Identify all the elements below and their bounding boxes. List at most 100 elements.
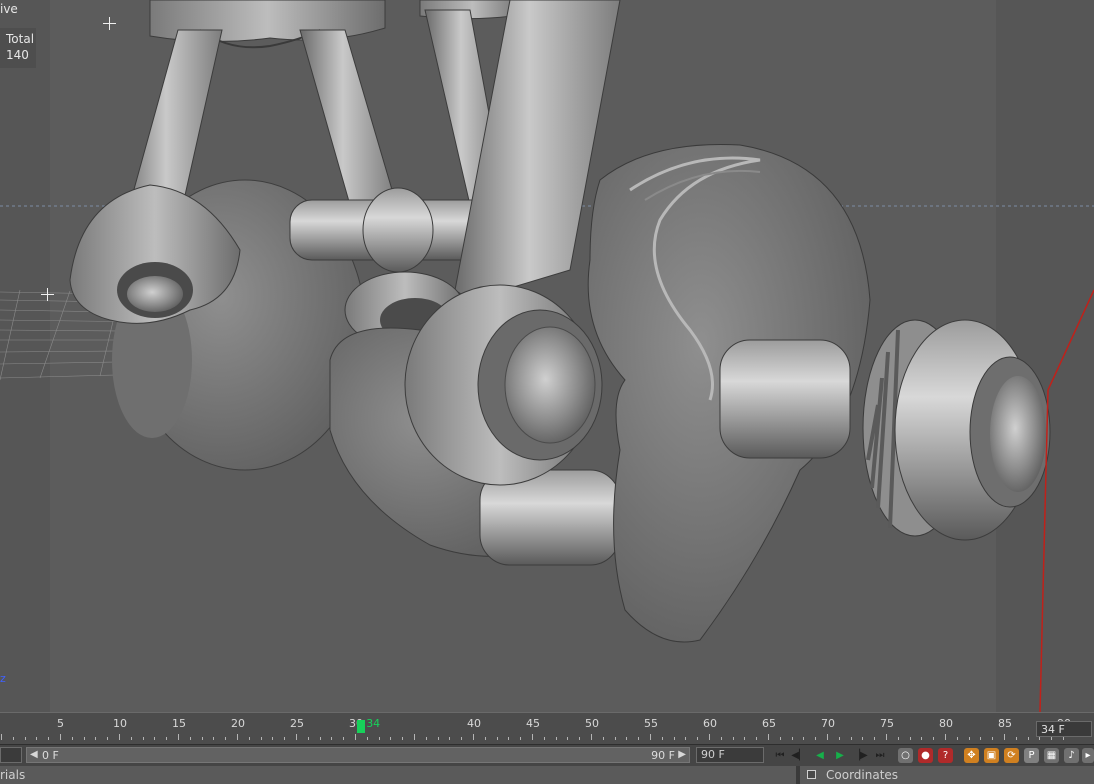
timeline-tick-label: 75 (880, 717, 894, 730)
timeline-tick (980, 737, 982, 740)
timeline-tick (71, 737, 73, 740)
timeline-tick (425, 737, 427, 740)
timeline-tick (484, 737, 486, 740)
timeline-tick (36, 737, 38, 740)
timeline-tick-label: 55 (644, 717, 658, 730)
grid-icon[interactable]: ▦ (1044, 748, 1059, 763)
end-frame-field[interactable]: 90 F (696, 747, 764, 763)
timeline-tick (461, 737, 463, 740)
next-key-icon[interactable]: ▕▶ (852, 748, 868, 763)
timeline-tick (650, 734, 651, 740)
current-frame-field[interactable]: 34 F (1036, 721, 1092, 737)
autokey-icon[interactable]: ● (918, 748, 933, 763)
timeline-tick (449, 737, 451, 740)
timeline-tick (402, 737, 404, 740)
timeline-tick (838, 737, 840, 740)
timeline-tick (897, 737, 899, 740)
timeline-tick (83, 737, 85, 740)
timeline-tick (319, 737, 321, 740)
timeline-tick-label: 15 (172, 717, 186, 730)
timeline-tick (661, 737, 663, 740)
timeline-tick (720, 737, 722, 740)
timeline-tick (956, 737, 958, 740)
3d-viewport[interactable]: ive Total 140 z (0, 0, 1094, 712)
timeline-tick (638, 737, 640, 740)
camera-gizmo-icon[interactable] (41, 288, 54, 301)
start-frame-field[interactable] (0, 747, 22, 763)
timeline-tick (614, 737, 616, 740)
timeline-tick (543, 737, 545, 740)
record-keys-icon[interactable]: ○ (898, 748, 913, 763)
play-backward-icon[interactable]: ◀ (812, 748, 828, 763)
timeline-tick (555, 737, 557, 740)
timeline-tick (532, 734, 533, 740)
help-icon[interactable]: ? (938, 748, 953, 763)
coordinates-checkbox[interactable] (807, 770, 816, 779)
timeline-tick (803, 737, 805, 740)
timeline-tick (1, 734, 2, 740)
timeline-tick-label: 45 (526, 717, 540, 730)
rotate-icon[interactable]: ⟳ (1004, 748, 1019, 763)
range-right-arrow-icon[interactable]: ▶ (678, 749, 686, 760)
timeline-tick (968, 737, 970, 740)
timeline-tick (296, 734, 297, 740)
timeline-ruler[interactable]: 51015202530404550556065707580859034 (0, 713, 1071, 745)
sound-icon[interactable]: ♪ (1064, 748, 1079, 763)
timeline-tick (437, 737, 439, 740)
timeline-tick (343, 737, 345, 740)
timeline-tick (378, 737, 380, 740)
timeline-tick (166, 737, 168, 740)
coordinates-panel-header[interactable]: Coordinates (800, 766, 1094, 784)
timeline-tick-label: 10 (113, 717, 127, 730)
timeline-tick (1027, 737, 1029, 740)
materials-panel-label: rials (0, 768, 26, 782)
timeline-tick (414, 734, 415, 740)
stats-label: Total (6, 32, 35, 46)
transport-bar: ◀ 0 F 90 F ▶ 90 F ⏮ ◀▏ ◀ ▶ ▕▶ ⏭ ○ ● ? ✥ … (0, 744, 1094, 766)
range-end-label: 90 F (651, 749, 675, 762)
parameter-icon[interactable]: P (1024, 748, 1039, 763)
timeline-tick (815, 737, 817, 740)
timeline-tick (201, 737, 203, 740)
move-icon[interactable]: ✥ (964, 748, 979, 763)
timeline-tick (154, 737, 156, 740)
go-to-start-icon[interactable]: ⏮ (772, 748, 788, 763)
timeline-tick (107, 737, 109, 740)
timeline-tick (567, 737, 569, 740)
timeline-tick (119, 734, 120, 740)
crankshaft-model[interactable] (0, 0, 1094, 712)
overflow-icon[interactable]: ▸ (1082, 748, 1094, 763)
timeline-tick (520, 737, 522, 740)
preview-range-slider[interactable]: ◀ 0 F 90 F ▶ (26, 747, 690, 763)
timeline-tick (284, 737, 286, 740)
timeline-tick (508, 737, 510, 740)
go-to-end-icon[interactable]: ⏭ (872, 748, 888, 763)
range-left-arrow-icon[interactable]: ◀ (30, 749, 38, 760)
timeline-tick (602, 737, 604, 740)
timeline-tick (673, 737, 675, 740)
timeline-tick (225, 737, 227, 740)
timeline-tick (355, 734, 356, 740)
coordinates-panel-label: Coordinates (826, 768, 899, 782)
materials-panel-header[interactable]: rials (0, 766, 796, 784)
timeline[interactable]: 51015202530404550556065707580859034 34 F (0, 712, 1094, 744)
light-gizmo-icon[interactable] (103, 17, 116, 30)
playhead-marker[interactable] (357, 720, 366, 733)
timeline-tick (1015, 737, 1017, 740)
timeline-tick (260, 737, 262, 740)
previous-key-icon[interactable]: ◀▏ (791, 748, 807, 763)
timeline-tick (307, 737, 309, 740)
x-axis-line (1039, 289, 1094, 712)
timeline-tick (992, 737, 994, 740)
play-forward-icon[interactable]: ▶ (832, 748, 848, 763)
timeline-tick (1004, 734, 1005, 740)
timeline-tick-label: 70 (821, 717, 835, 730)
view-mode-label: ive (0, 2, 18, 16)
scale-icon[interactable]: ▣ (984, 748, 999, 763)
timeline-tick-label: 85 (998, 717, 1012, 730)
timeline-tick-label: 40 (467, 717, 481, 730)
timeline-tick (473, 734, 474, 740)
timeline-tick (366, 737, 368, 740)
timeline-tick (178, 734, 179, 740)
timeline-tick-label: 25 (290, 717, 304, 730)
